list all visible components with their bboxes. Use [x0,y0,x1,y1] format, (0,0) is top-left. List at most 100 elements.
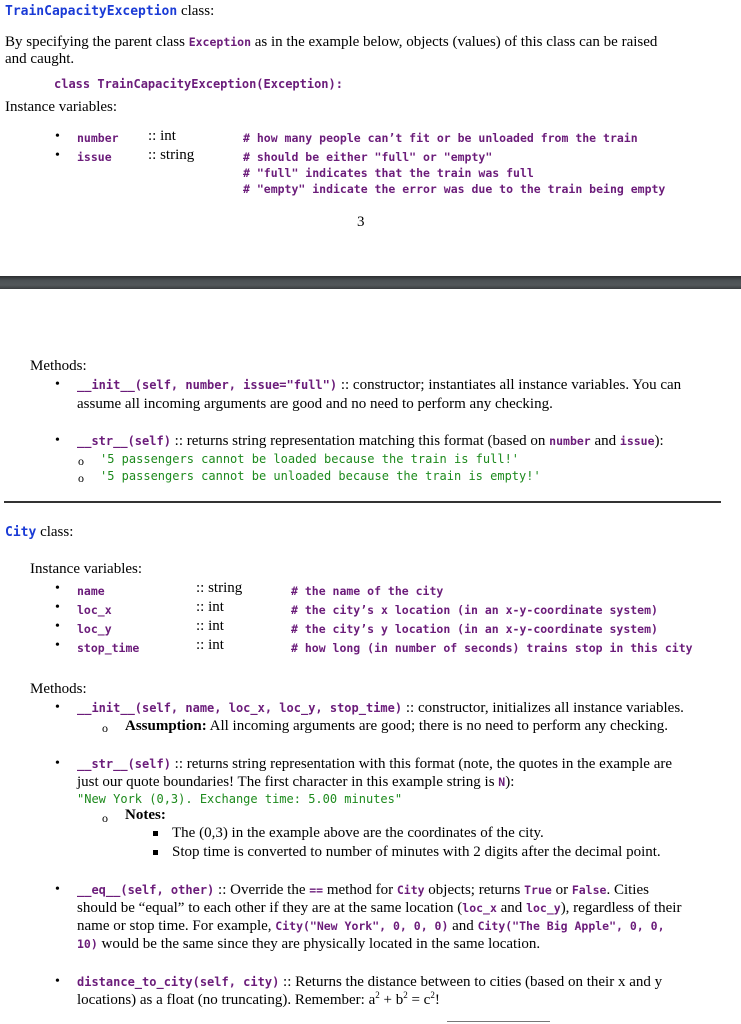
method-signature: __init__(self, name, loc_x, loc_y, stop_… [77,701,403,715]
text: method for [323,882,397,898]
city-class-name: City [5,525,37,540]
var-name: name [77,584,105,598]
city-class-heading: City class: [5,523,73,542]
city-eq-line3: name or stop time. For example, City("Ne… [77,917,737,935]
bullet-icon: • [55,638,60,653]
inline-code: City("The Big Apple", 0, 0, [477,919,665,933]
text: and [496,900,527,916]
exception-init-method: __init__(self, number, issue="full") :: … [77,376,727,394]
text: ): [505,774,515,790]
inline-code: False [571,883,607,897]
var-comment: # how long (in number of seconds) trains… [291,641,693,655]
city-init-method: __init__(self, name, loc_x, loc_y, stop_… [77,699,727,717]
text: ), regardless of their [560,900,682,916]
city-eq-method: __eq__(self, other) :: Override the == m… [77,881,737,899]
text: would be the same since they are physica… [97,936,541,952]
bullet-icon: • [55,581,60,596]
exception-class-name: TrainCapacityException [5,4,178,19]
city-distance-method: distance_to_city(self, city) :: Returns … [77,973,737,991]
inline-code: issue [619,434,655,448]
exception-class-heading: TrainCapacityException class: [5,2,214,21]
method-signature: __eq__(self, other) [77,883,215,897]
intro-text: By specifying the parent class [5,34,189,50]
text: name or stop time. For example, [77,918,276,934]
city-init-assumption: Assumption: All incoming arguments are g… [125,717,668,735]
intro-code: Exception [188,35,252,49]
inline-code: number [549,434,591,448]
method-signature: __str__(self) [77,757,171,771]
bullet-icon: • [55,619,60,634]
var-type: :: int [196,599,224,615]
var-type: :: string [148,147,195,163]
class-suffix: class: [36,524,74,540]
str-example: '5 passengers cannot be loaded because t… [100,452,520,466]
inline-code: City [396,883,425,897]
text: locations) as a float (no truncating). R… [77,992,376,1008]
city-eq-line2: should be “equal” to each other if they … [77,899,737,917]
str-example: '5 passengers cannot be unloaded because… [100,469,541,483]
note-item: The (0,3) in the example above are the c… [172,825,544,841]
var-name: loc_x [77,603,112,617]
var-comment: # the city’s y location (in an x-y-coord… [291,622,658,636]
bullet-icon: • [55,377,60,392]
text: should be “equal” to each other if they … [77,900,463,916]
inline-code: True [524,883,552,897]
method-description: :: constructor; instantiates all instanc… [337,377,682,393]
method-description: :: Returns the distance between to citie… [279,974,663,990]
class-suffix: class: [177,3,215,19]
note-item: Stop time is converted to number of minu… [172,844,661,860]
text: ): [654,433,664,449]
inline-code: loc_x [462,901,497,915]
bullet-icon: • [55,756,60,771]
bullet-icon: • [55,433,60,448]
text: or [551,882,572,898]
circle-bullet-icon: o [102,811,108,825]
inline-code: == [309,883,324,897]
text: just our quote boundaries! The first cha… [77,774,499,790]
var-comment-extra: # "empty" indicate the error was due to … [243,182,666,196]
var-comment: # the name of the city [291,584,444,598]
var-comment: # how many people can’t fit or be unload… [243,131,638,145]
var-type: :: int [196,637,224,653]
var-type: :: int [196,618,224,634]
city-methods-heading: Methods: [30,681,87,697]
partial-box-edge [447,1021,550,1022]
bullet-icon: • [55,129,60,144]
city-str-method: __str__(self) :: returns string represen… [77,755,737,773]
class-declaration: class TrainCapacityException(Exception): [54,77,343,91]
bullet-icon: • [55,974,60,989]
method-signature: __str__(self) [77,434,171,448]
method-signature: __init__(self, number, issue="full") [77,378,338,392]
square-bullet-icon [153,850,158,855]
method-description: :: returns string representation matchin… [170,433,550,449]
text: . Cities [606,882,649,898]
method-description: :: returns string representation with th… [170,756,673,772]
city-str-desc-line2: just our quote boundaries! The first cha… [77,773,514,791]
var-name: loc_y [77,622,112,636]
assumption-text: All incoming arguments are good; there i… [206,718,668,734]
page-number: 3 [357,214,365,230]
text: :: Override the [214,882,310,898]
bullet-icon: • [55,148,60,163]
exception-str-method: __str__(self) :: returns string represen… [77,432,737,450]
exception-instance-vars-heading: Instance variables: [5,99,118,115]
notes-label: Notes: [125,807,166,823]
exception-intro-line2: and caught. [5,51,75,67]
city-instance-vars-heading: Instance variables: [30,561,143,577]
page-break-bar [0,276,741,289]
intro-text-post: as in the example below, objects (values… [251,34,658,50]
bullet-icon: • [55,700,60,715]
text: ! [434,992,440,1008]
city-eq-line4: 10) would be the same since they are phy… [77,935,737,953]
method-signature: distance_to_city(self, city) [77,975,280,989]
exception-methods-heading: Methods: [30,358,87,374]
var-name: stop_time [77,641,140,655]
var-comment: # the city’s x location (in an x-y-coord… [291,603,658,617]
exception-intro: By specifying the parent class Exception… [5,33,725,51]
text: and [448,918,478,934]
inline-code: loc_y [526,901,561,915]
bullet-icon: • [55,600,60,615]
exception-init-desc-line2: assume all incoming arguments are good a… [77,396,553,412]
text: + b [379,992,404,1008]
section-divider [4,501,721,503]
